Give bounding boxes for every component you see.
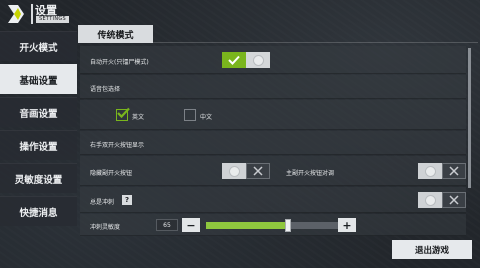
help-icon[interactable]: ? <box>122 195 132 205</box>
chinese-checkbox[interactable] <box>184 109 196 121</box>
increase-button[interactable]: + <box>338 218 356 232</box>
sidebar-item-fire-mode[interactable]: 开火模式 <box>0 31 77 61</box>
voice-pack-row: 语音包选择 <box>80 75 466 99</box>
slider-fill <box>206 222 288 229</box>
toggle-knob <box>228 165 240 177</box>
chinese-label: 中文 <box>200 114 213 121</box>
auto-fire-label: 自动开火(只镭尸模式) <box>90 59 149 66</box>
close-icon <box>253 166 263 176</box>
right-fire-section-label: 右手双开火按钮显示 <box>90 142 145 149</box>
voice-pack-label: 语音包选择 <box>90 86 121 93</box>
always-sprint-toggle[interactable] <box>418 192 466 208</box>
sidebar-item-audio-video[interactable]: 音画设置 <box>0 97 77 127</box>
sprint-sensitivity-slider[interactable] <box>206 222 342 229</box>
sidebar-item-sensitivity[interactable]: 灵敏度设置 <box>0 163 77 193</box>
sprint-sensitivity-row: 冲刺灵敏度 65 − + <box>80 214 466 236</box>
sprint-sensitivity-value[interactable]: 65 <box>156 219 178 231</box>
sidebar-item-basic-settings[interactable]: 基础设置 <box>0 64 77 94</box>
decrease-button[interactable]: − <box>182 218 200 232</box>
panel-header: 传统模式 <box>78 25 478 43</box>
sprint-sensitivity-label: 冲刺灵敏度 <box>90 224 121 231</box>
sidebar-item-controls[interactable]: 操作设置 <box>0 130 77 160</box>
auto-fire-toggle[interactable] <box>222 52 270 68</box>
always-sprint-label: 总是冲刺 <box>90 199 115 206</box>
fire-buttons-row: 隐藏副开火按钮 主副开火按钮对调 <box>80 156 466 186</box>
settings-list: 自动开火(只镭尸模式) 语音包选择 英文 中文 右手双开火按钮显示 隐藏副开火按… <box>80 46 466 254</box>
sidebar: 开火模式 基础设置 音画设置 操作设置 灵敏度设置 快捷消息 <box>0 31 77 229</box>
english-checkbox[interactable] <box>116 107 130 121</box>
sidebar-item-quick-messages[interactable]: 快捷消息 <box>0 196 77 226</box>
close-icon <box>449 195 459 205</box>
exit-game-button[interactable]: 退出游戏 <box>392 240 472 259</box>
hide-sub-fire-label: 隐藏副开火按钮 <box>90 170 133 177</box>
toggle-knob <box>424 165 436 177</box>
tab-classic-mode[interactable]: 传统模式 <box>78 25 153 43</box>
cod-logo-icon <box>8 5 24 23</box>
toggle-knob <box>252 54 264 66</box>
page-subtitle: SETTINGS <box>36 16 70 23</box>
slider-thumb[interactable] <box>285 219 291 232</box>
swap-fire-toggle[interactable] <box>418 163 466 179</box>
english-label: 英文 <box>132 114 145 121</box>
close-icon <box>449 166 459 176</box>
check-icon <box>117 107 130 119</box>
swap-fire-label: 主副开火按钮对调 <box>286 170 335 177</box>
voice-pack-options-row: 英文 中文 <box>80 100 466 130</box>
scrollbar[interactable] <box>468 48 471 188</box>
toggle-knob <box>424 194 436 206</box>
always-sprint-row: 总是冲刺 ? <box>80 187 466 213</box>
right-fire-section-row: 右手双开火按钮显示 <box>80 131 466 155</box>
auto-fire-row: 自动开火(只镭尸模式) <box>80 46 466 74</box>
header-divider <box>31 4 33 24</box>
hide-sub-fire-toggle[interactable] <box>222 163 270 179</box>
check-icon <box>228 55 240 65</box>
